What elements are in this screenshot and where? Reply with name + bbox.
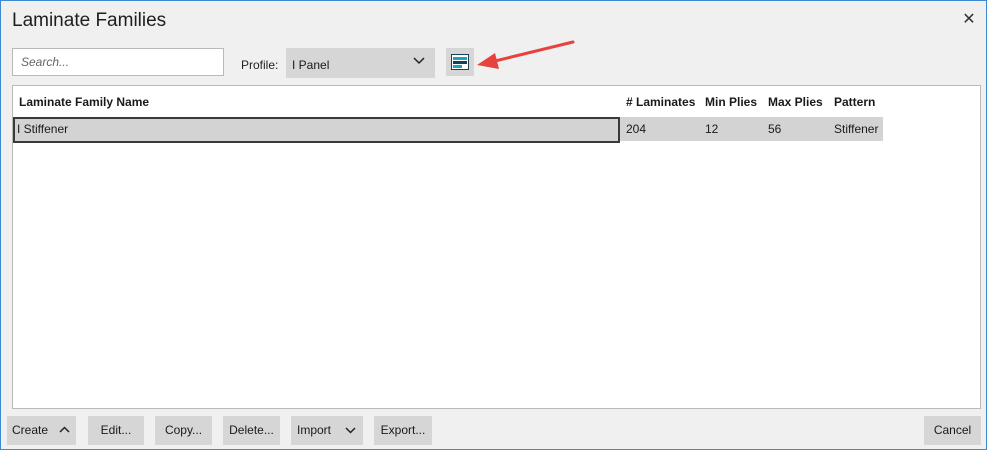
- edit-button[interactable]: Edit...: [88, 416, 144, 445]
- delete-label: Delete...: [229, 423, 274, 437]
- dialog-title: Laminate Families: [12, 10, 167, 31]
- cancel-button[interactable]: Cancel: [924, 416, 981, 445]
- copy-label: Copy...: [164, 423, 203, 437]
- laminate-families-dialog: Laminate Families ✕ Profile: I Panel Lam…: [0, 0, 987, 450]
- column-layout-icon: [451, 54, 469, 70]
- import-label: Import: [297, 423, 332, 437]
- annotation-arrow: [477, 40, 575, 69]
- import-button[interactable]: Import: [291, 416, 363, 445]
- row-name: I Stiffener: [17, 122, 69, 136]
- column-header-min-plies[interactable]: Min Plies: [705, 90, 757, 114]
- column-layout-button[interactable]: [446, 48, 474, 76]
- column-header-pattern[interactable]: Pattern: [834, 90, 875, 114]
- chevron-down-icon: [345, 427, 356, 434]
- profile-label: Profile:: [241, 58, 279, 72]
- table-row[interactable]: I Stiffener 204 12 56 Stiffener: [13, 117, 883, 143]
- row-laminates: 204: [626, 122, 647, 136]
- cancel-label: Cancel: [933, 423, 972, 437]
- copy-button[interactable]: Copy...: [155, 416, 212, 445]
- cell-focus-border: [13, 117, 620, 143]
- export-label: Export...: [380, 423, 426, 437]
- chevron-down-icon: [413, 57, 425, 65]
- column-header-name[interactable]: Laminate Family Name: [19, 90, 149, 114]
- row-max-plies: 56: [768, 122, 782, 136]
- create-button[interactable]: Create: [7, 416, 76, 445]
- delete-button[interactable]: Delete...: [223, 416, 280, 445]
- row-min-plies: 12: [705, 122, 719, 136]
- profile-value: I Panel: [292, 58, 330, 72]
- close-icon[interactable]: ✕: [959, 10, 979, 30]
- row-pattern: Stiffener: [834, 122, 879, 136]
- export-button[interactable]: Export...: [374, 416, 432, 445]
- create-label: Create: [12, 423, 49, 437]
- profile-select[interactable]: I Panel: [286, 48, 435, 78]
- column-header-max-plies[interactable]: Max Plies: [768, 90, 823, 114]
- laminate-family-table[interactable]: Laminate Family Name # Laminates Min Pli…: [12, 85, 981, 409]
- search-input[interactable]: [12, 48, 224, 76]
- edit-label: Edit...: [100, 423, 132, 437]
- chevron-up-icon: [59, 426, 70, 433]
- column-header-laminates[interactable]: # Laminates: [626, 90, 695, 114]
